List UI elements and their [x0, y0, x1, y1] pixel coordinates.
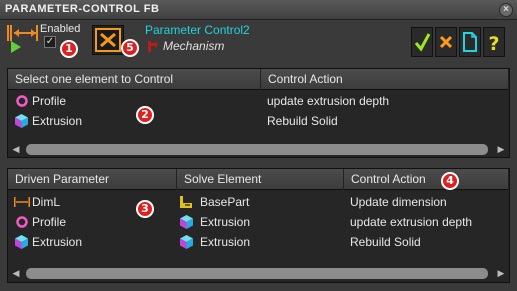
table-row[interactable]: DimL BasePart Update dimension — [8, 192, 509, 212]
callout-badge-3: 3 — [136, 200, 154, 218]
column-header-control-action[interactable]: Control Action — [344, 169, 509, 190]
scrollbar-thumb[interactable] — [26, 268, 488, 279]
table-row[interactable]: Extrusion Extrusion Rebuild Solid — [8, 232, 509, 252]
help-question-icon: ? — [488, 33, 499, 55]
column-header-driven-parameter[interactable]: Driven Parameter — [8, 169, 177, 190]
horizontal-scrollbar[interactable]: ◀ ▶ — [10, 266, 507, 280]
title-bar: PARAMETER-CONTROL FB × — [0, 0, 517, 20]
callout-badge-1: 1 — [60, 40, 78, 58]
profile-icon — [16, 95, 28, 107]
column-header-control-action[interactable]: Control Action — [261, 69, 509, 90]
scroll-right-icon[interactable]: ▶ — [496, 144, 506, 154]
extrusion-icon — [180, 235, 193, 249]
control-action: Rebuild Solid — [267, 114, 338, 128]
svg-text:?: ? — [488, 33, 499, 55]
scroll-left-icon[interactable]: ◀ — [11, 144, 21, 154]
help-button[interactable]: ? — [483, 27, 505, 57]
driven-parameter-name: Profile — [32, 215, 67, 229]
document-icon — [463, 32, 477, 52]
callout-badge-4: 4 — [441, 172, 459, 190]
solve-element-name: BasePart — [200, 195, 250, 209]
parameter-type: Mechanism — [163, 39, 225, 53]
column-header-element[interactable]: Select one element to Control — [8, 69, 261, 90]
scrollbar-thumb[interactable] — [26, 144, 488, 155]
control-action: update extrusion depth — [350, 215, 473, 229]
cancel-button[interactable] — [435, 27, 457, 57]
table-header: Select one element to Control Control Ac… — [8, 69, 509, 90]
extrusion-icon — [15, 235, 28, 249]
new-document-button[interactable] — [459, 27, 481, 57]
element-name: Profile — [32, 94, 67, 108]
dimension-icon — [14, 197, 30, 207]
table-row[interactable]: Profile update extrusion depth — [8, 91, 509, 111]
scroll-right-icon[interactable]: ▶ — [496, 268, 506, 278]
driven-parameter-table: Driven Parameter Solve Element Control A… — [7, 168, 510, 283]
callout-badge-2: 2 — [136, 106, 154, 124]
extrusion-icon — [15, 114, 28, 128]
driven-parameter-name: Extrusion — [32, 235, 83, 249]
parameter-name: Parameter Control2 — [145, 23, 250, 37]
solve-element-name: Extrusion — [200, 235, 251, 249]
driven-parameter-name: DimL — [32, 195, 61, 209]
control-action: Update dimension — [350, 195, 447, 209]
cancel-x-icon — [439, 35, 453, 49]
profile-icon — [16, 216, 28, 228]
extrusion-icon — [180, 215, 193, 229]
column-header-solve-element[interactable]: Solve Element — [177, 169, 344, 190]
element-name: Extrusion — [32, 114, 83, 128]
control-action: update extrusion depth — [267, 94, 390, 108]
parameter-x-icon — [95, 28, 121, 52]
enabled-label: Enabled — [40, 23, 81, 35]
play-icon[interactable] — [10, 41, 22, 53]
element-control-table: Select one element to Control Control Ac… — [7, 68, 510, 158]
parameter-control-icon — [7, 25, 38, 41]
horizontal-scrollbar[interactable]: ◀ ▶ — [10, 142, 507, 156]
mechanism-icon — [148, 41, 158, 52]
parameter-function-button[interactable] — [92, 25, 124, 55]
scroll-left-icon[interactable]: ◀ — [11, 268, 21, 278]
ok-button[interactable] — [411, 27, 433, 57]
table-row[interactable]: Profile Extrusion update extrusion depth — [8, 212, 509, 232]
table-header: Driven Parameter Solve Element Control A… — [8, 169, 509, 190]
window-title: PARAMETER-CONTROL FB — [5, 3, 160, 15]
control-action: Rebuild Solid — [350, 235, 421, 249]
callout-badge-5: 5 — [121, 39, 139, 57]
enabled-checkbox[interactable]: ✓ — [44, 36, 56, 48]
close-button[interactable]: × — [499, 3, 513, 17]
basepart-icon — [180, 196, 192, 208]
checkmark-icon — [414, 33, 431, 52]
table-row[interactable]: Extrusion Rebuild Solid — [8, 111, 509, 131]
solve-element-name: Extrusion — [200, 215, 251, 229]
